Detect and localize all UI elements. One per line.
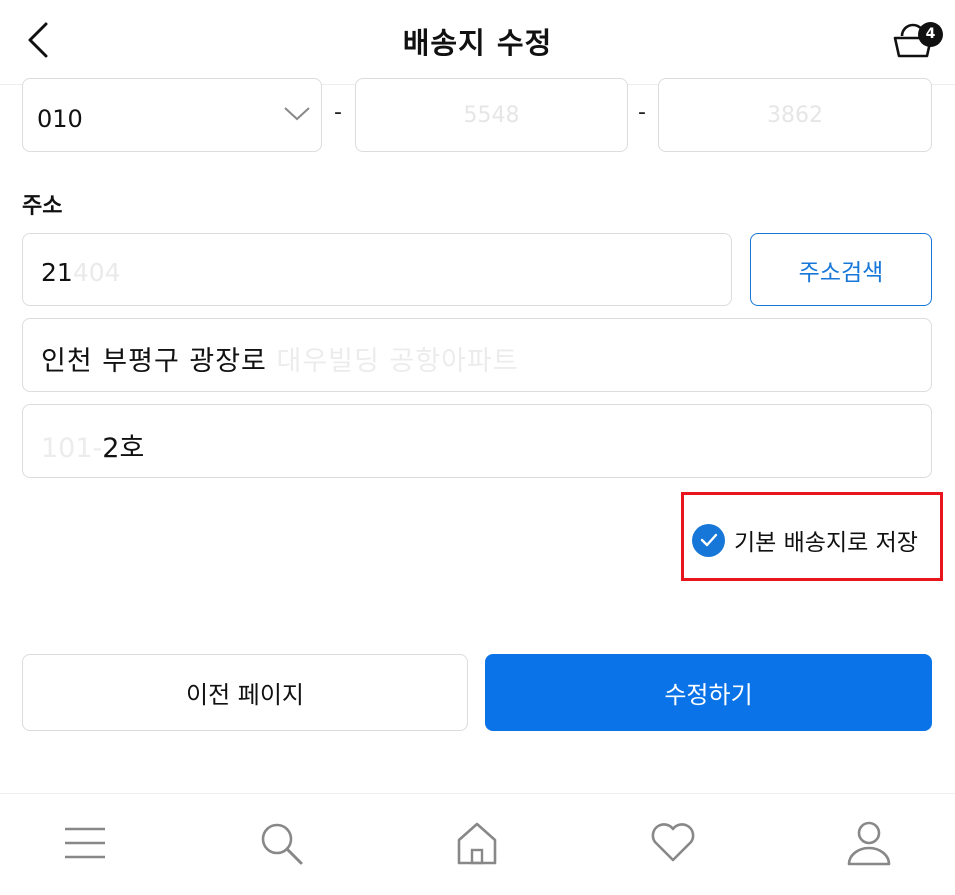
address-detail-value: 101-2호 <box>41 433 145 464</box>
phone-middle-value: 5548 <box>463 103 520 128</box>
previous-page-button[interactable]: 이전 페이지 <box>22 654 468 731</box>
phone-separator: - <box>334 100 342 125</box>
nav-home[interactable] <box>452 818 502 868</box>
search-icon <box>261 823 303 865</box>
nav-my-page[interactable] <box>844 818 894 868</box>
submit-edit-button[interactable]: 수정하기 <box>485 654 932 731</box>
header-bar: 배송지 수정 4 <box>0 0 955 85</box>
address-label: 주소 <box>22 194 63 219</box>
user-icon <box>847 821 891 866</box>
phone-last-value: 3862 <box>767 103 823 128</box>
address-line1-value: 인천 부평구 광장로 대우빌딩 공항아파트 <box>41 346 519 377</box>
address-search-button[interactable]: 주소검색 <box>750 233 932 306</box>
nav-search[interactable] <box>256 818 306 868</box>
zipcode-value: 21404 <box>41 258 121 287</box>
phone-prefix-value: 010 <box>37 105 83 133</box>
default-address-checkbox[interactable]: 기본 배송지로 저장 <box>692 523 932 557</box>
phone-middle-input[interactable]: 5548 <box>355 78 628 152</box>
nav-menu[interactable] <box>60 818 110 868</box>
menu-icon <box>65 827 105 859</box>
checkmark-icon <box>692 523 725 557</box>
heart-icon <box>651 823 695 862</box>
address-detail-input[interactable]: 101-2호 <box>22 404 932 478</box>
phone-separator: - <box>638 100 646 125</box>
page-title: 배송지 수정 <box>402 26 553 60</box>
chevron-down-icon <box>284 107 310 121</box>
default-address-label: 기본 배송지로 저장 <box>734 530 918 556</box>
bottom-nav <box>0 793 955 895</box>
phone-last-input[interactable]: 3862 <box>658 78 932 152</box>
zipcode-input[interactable]: 21404 <box>22 233 732 306</box>
address-line1-input[interactable]: 인천 부평구 광장로 대우빌딩 공항아파트 <box>22 318 932 392</box>
phone-prefix-select[interactable]: 010 <box>22 78 322 152</box>
cart-count-badge: 4 <box>918 22 943 47</box>
home-icon <box>457 822 497 865</box>
nav-wishlist[interactable] <box>648 818 698 868</box>
